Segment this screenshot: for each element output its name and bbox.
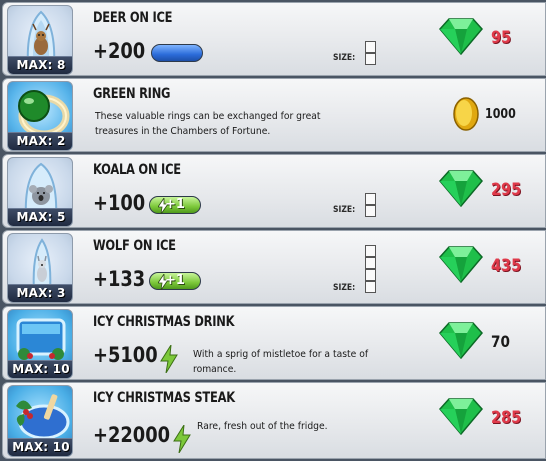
description-line: romance. xyxy=(193,364,237,375)
item-bonus: +100 xyxy=(93,191,146,215)
gem-icon xyxy=(439,170,483,207)
bonus-bar xyxy=(151,44,203,62)
item-price: 70 xyxy=(491,332,510,351)
energy-badge: +1 xyxy=(149,196,201,214)
description-line: With a sprig of mistletoe for a taste of xyxy=(193,349,369,360)
size-cell xyxy=(365,269,376,281)
energy-badge: +1 xyxy=(149,272,201,290)
shop-item-koala-on-ice[interactable]: MAX: 5 KOALA ON ICE +100 +1 SIZE: 295 xyxy=(2,154,546,228)
size-cell xyxy=(365,205,376,217)
gem-icon xyxy=(439,246,483,283)
koala-on-ice-image: MAX: 5 xyxy=(7,157,73,227)
item-title: ICY CHRISTMAS DRINK xyxy=(93,314,235,330)
gem-icon xyxy=(439,322,483,359)
shop-item-green-ring[interactable]: MAX: 2 GREEN RING These valuable rings c… xyxy=(2,78,546,152)
gem-icon xyxy=(439,18,483,55)
item-description: Rare, fresh out of the fridge. xyxy=(197,419,399,434)
item-price: 1000 xyxy=(485,107,516,122)
gem-icon xyxy=(439,398,483,435)
green-ring-image: MAX: 2 xyxy=(7,81,73,151)
icy-christmas-steak-image: MAX: 10 xyxy=(7,385,73,457)
max-count-label: MAX: 8 xyxy=(8,56,72,74)
energy-badge-label: +1 xyxy=(165,273,185,288)
max-count-label: MAX: 10 xyxy=(8,360,72,378)
shop-item-icy-christmas-drink[interactable]: MAX: 10 ICY CHRISTMAS DRINK +5100 With a… xyxy=(2,306,546,380)
max-count-label: MAX: 10 xyxy=(8,438,72,456)
icy-christmas-drink-image: MAX: 10 xyxy=(7,309,73,379)
coin-icon xyxy=(453,97,479,131)
item-title: WOLF ON ICE xyxy=(93,238,176,254)
size-label: SIZE: xyxy=(333,283,356,293)
item-bonus: +22000 xyxy=(93,423,171,447)
item-title: KOALA ON ICE xyxy=(93,162,181,178)
shop-item-list: MAX: 8 DEER ON ICE +200 SIZE: 95 MAX: 2 … xyxy=(0,0,546,461)
size-cell xyxy=(365,41,376,53)
item-price: 285 xyxy=(491,408,522,428)
item-price: 95 xyxy=(491,28,512,48)
item-price: 435 xyxy=(491,256,522,276)
item-price: 295 xyxy=(491,180,522,200)
size-cell xyxy=(365,257,376,269)
description-line: treasures in the Chambers of Fortune. xyxy=(95,126,271,137)
shop-item-wolf-on-ice[interactable]: MAX: 3 WOLF ON ICE +133 +1 SIZE: 435 xyxy=(2,230,546,304)
wolf-on-ice-image: MAX: 3 xyxy=(7,233,73,303)
item-title: GREEN RING xyxy=(93,86,171,102)
item-description: With a sprig of mistletoe for a taste of… xyxy=(193,347,395,377)
item-title: DEER ON ICE xyxy=(93,10,173,26)
lightning-icon xyxy=(173,425,191,453)
description-line: These valuable rings can be exchanged fo… xyxy=(95,111,321,122)
description-line: Rare, fresh out of the fridge. xyxy=(197,421,328,432)
size-cell xyxy=(365,193,376,205)
deer-on-ice-image: MAX: 8 xyxy=(7,5,73,75)
max-count-label: MAX: 3 xyxy=(8,284,72,302)
item-bonus: +200 xyxy=(93,39,146,63)
item-title: ICY CHRISTMAS STEAK xyxy=(93,390,235,406)
size-cell xyxy=(365,281,376,293)
lightning-icon xyxy=(160,345,178,373)
shop-item-deer-on-ice[interactable]: MAX: 8 DEER ON ICE +200 SIZE: 95 xyxy=(2,2,546,76)
size-label: SIZE: xyxy=(333,205,356,215)
max-count-label: MAX: 2 xyxy=(8,132,72,150)
size-cell xyxy=(365,245,376,257)
max-count-label: MAX: 5 xyxy=(8,208,72,226)
size-cell xyxy=(365,53,376,65)
size-label: SIZE: xyxy=(333,53,356,63)
item-bonus: +5100 xyxy=(93,343,158,367)
shop-item-icy-christmas-steak[interactable]: MAX: 10 ICY CHRISTMAS STEAK +22000 Rare,… xyxy=(2,382,546,459)
item-bonus: +133 xyxy=(93,267,146,291)
item-description: These valuable rings can be exchanged fo… xyxy=(95,109,330,139)
energy-badge-label: +1 xyxy=(165,197,185,212)
